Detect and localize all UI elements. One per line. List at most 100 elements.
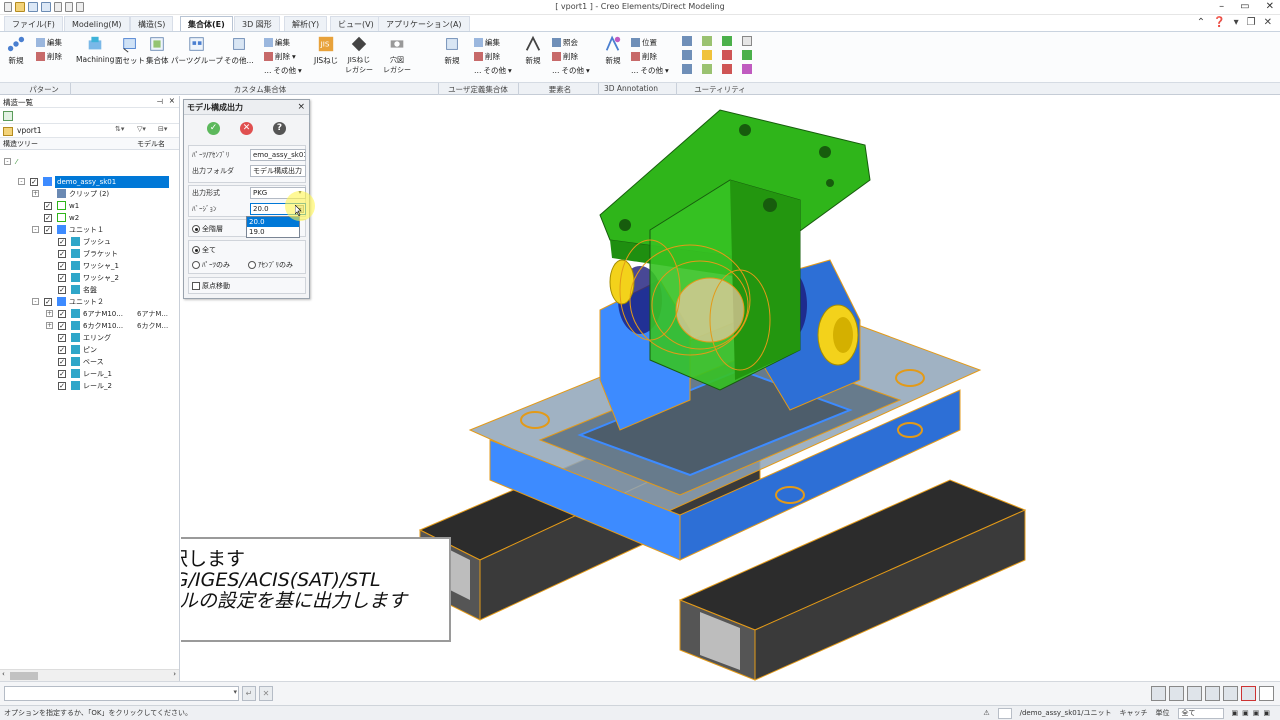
tree-row[interactable]: + クリップ (2) (0, 188, 177, 200)
tab-3d-shape[interactable]: 3D 図形 (234, 16, 280, 31)
visibility-checkbox[interactable]: ✓ (58, 346, 66, 354)
command-clear-button[interactable]: ✕ (259, 686, 273, 701)
dialog-close-icon[interactable]: × (297, 100, 305, 115)
tree-row[interactable]: ✓ ワッシャ_2 (0, 272, 177, 284)
tree-row[interactable]: ✓ ワッシャ_1 (0, 260, 177, 272)
jis-screw-button[interactable]: JIS JISねじ (314, 35, 338, 66)
element-view-button[interactable]: 照会 (552, 36, 578, 48)
tree-row[interactable]: + ✓ 6カクM10... 6カクM... (0, 320, 177, 332)
utility-dim-icon[interactable] (682, 36, 692, 46)
chevron-down-icon[interactable]: ▾ (233, 688, 237, 696)
tree-row[interactable]: ✓ ブラケット (0, 248, 177, 260)
tree-row[interactable]: ✓ ピン (0, 344, 177, 356)
jis-screw-legacy-button[interactable]: JISねじ レガシー (345, 35, 373, 75)
version-option[interactable]: 19.0 (247, 227, 299, 237)
3d-viewport[interactable]: 出力形式を選択します 対応形式：PKG/IGES/ACIS(SAT)/STL ※… (181, 96, 1280, 681)
axis-icon[interactable] (1241, 686, 1256, 701)
utility-stack-icon[interactable] (682, 64, 692, 74)
close-icon[interactable]: ✕ (1266, 1, 1274, 12)
custom-delete-button[interactable]: 削除 ▾ (264, 50, 296, 62)
custom-other-button[interactable]: その他... (224, 35, 254, 66)
user-set-delete-button[interactable]: 削除 (474, 50, 500, 62)
filter-field[interactable]: 全て (1177, 708, 1224, 719)
tree-row[interactable]: ✓ エリング (0, 332, 177, 344)
tree-row[interactable]: ✓ レール_2 (0, 380, 177, 392)
utility-box-icon[interactable] (742, 36, 752, 46)
visibility-checkbox[interactable]: ✓ (58, 334, 66, 342)
maximize-icon[interactable]: ▭ (1240, 1, 1249, 12)
tree-row[interactable]: - ✓ demo_assy_sk01 (0, 176, 177, 188)
tab-file[interactable]: ファイル(F) (4, 16, 63, 31)
visibility-checkbox[interactable]: ✓ (44, 226, 52, 234)
tree-row[interactable]: - ✓ ユニット１ (0, 224, 177, 236)
pattern-new-button[interactable]: 新規 (7, 35, 25, 66)
command-enter-button[interactable]: ↵ (242, 686, 256, 701)
folder-field[interactable]: モデル構成出力 (250, 165, 306, 177)
collapse-icon[interactable]: - (32, 298, 39, 305)
parts-group-button[interactable]: パーツグループ (171, 35, 223, 66)
sort-icon[interactable]: ⇅▾ (115, 125, 124, 133)
expand-icon[interactable]: + (46, 322, 53, 329)
origin-move-checkbox[interactable]: 原点移動 (192, 281, 230, 291)
user-set-edit-button[interactable]: 編集 (474, 36, 500, 48)
visibility-checkbox[interactable]: ✓ (30, 178, 38, 186)
window-menu-icon[interactable]: ▾ (1234, 17, 1239, 28)
visibility-checkbox[interactable]: ✓ (44, 298, 52, 306)
machining-button[interactable]: Machining (76, 35, 114, 64)
panel-close-icon[interactable]: × (169, 96, 175, 105)
tab-application[interactable]: アプリケーション(A) (378, 16, 470, 31)
utility-check-icon[interactable] (722, 36, 732, 46)
tree-row[interactable]: ✓ ブッシュ (0, 236, 177, 248)
visibility-checkbox[interactable]: ✓ (44, 214, 52, 222)
collapse-icon[interactable]: - (18, 178, 25, 185)
page-icon[interactable] (1259, 686, 1274, 701)
col-tree[interactable]: 構造ツリー (3, 139, 38, 149)
zoom-icon[interactable] (1205, 686, 1220, 701)
visibility-checkbox[interactable]: ✓ (58, 322, 66, 330)
rotate-icon[interactable] (1223, 686, 1238, 701)
tab-view[interactable]: ビュー(V) (330, 16, 382, 31)
utility-ok-icon[interactable] (742, 50, 752, 60)
custom-edit-button[interactable]: 編集 (264, 36, 290, 48)
render-mode-icon[interactable] (1151, 686, 1166, 701)
faceset-button[interactable]: 面セット (115, 35, 145, 66)
tree-row[interactable]: ✓ 名盤 (0, 284, 177, 296)
visibility-checkbox[interactable]: ✓ (58, 286, 66, 294)
minimize-ribbon-icon[interactable]: ⌃ (1197, 17, 1205, 28)
command-input[interactable]: ▾ (4, 686, 239, 701)
utility-align-icon[interactable] (682, 50, 692, 60)
expand-icon[interactable]: + (46, 310, 53, 317)
utility-mark-icon[interactable] (702, 50, 712, 60)
tab-assembly[interactable]: 集合体(E) (180, 16, 233, 31)
tree-row[interactable]: ✓ w2 (0, 212, 177, 224)
utility-flag-icon[interactable] (702, 36, 712, 46)
utility-grid-icon[interactable] (742, 64, 752, 74)
tree-hscrollbar[interactable]: ‹ › (0, 669, 179, 681)
filter-icon[interactable]: ▽▾ (137, 125, 146, 133)
hole-legacy-button[interactable]: 穴図 レガシー (383, 35, 411, 75)
tree-view-icon[interactable] (3, 111, 13, 121)
collapse-icon[interactable]: - (32, 226, 39, 233)
element-delete-button[interactable]: 削除 (552, 50, 578, 62)
help-question-icon[interactable]: ? (273, 122, 286, 135)
level-all-radio[interactable]: 全階層 (192, 224, 223, 234)
visibility-checkbox[interactable]: ✓ (58, 250, 66, 258)
restore-icon[interactable]: ❐ (1247, 17, 1256, 28)
utility-tag-icon[interactable] (702, 64, 712, 74)
annotation-new-button[interactable]: 新規 (604, 35, 622, 66)
visibility-checkbox[interactable]: ✓ (58, 382, 66, 390)
part-field[interactable]: emo_assy_sk01 (250, 149, 306, 161)
pattern-edit-button[interactable]: 編集 (36, 36, 62, 48)
viewport-name[interactable]: vport1 (17, 126, 42, 135)
pin-icon[interactable]: ⊣ (156, 97, 163, 106)
tree-row[interactable]: ✓ ベース (0, 356, 177, 368)
visibility-checkbox[interactable]: ✓ (58, 310, 66, 318)
annotation-other-button[interactable]: … その他 ▾ (631, 64, 669, 76)
cancel-x-icon[interactable]: ✕ (240, 122, 253, 135)
tab-structure[interactable]: 構造(S) (130, 16, 174, 31)
element-other-button[interactable]: … その他 ▾ (552, 64, 590, 76)
element-new-button[interactable]: 新規 (524, 35, 542, 66)
fit-view-icon[interactable] (1187, 686, 1202, 701)
version-dropdown[interactable]: 20.0 19.0 (246, 216, 300, 238)
selection-box[interactable] (997, 708, 1012, 719)
